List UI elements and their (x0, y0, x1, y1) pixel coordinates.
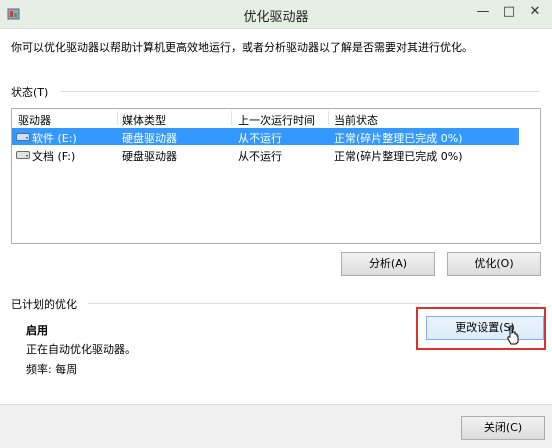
drive-name: 文档 (F:) (32, 150, 76, 163)
current-status: 正常(碎片整理已完成 0%) (334, 132, 463, 145)
minimize-icon[interactable]: — (470, 2, 496, 22)
drive-name: 软件 (E:) (32, 132, 77, 145)
column-separator (328, 111, 329, 125)
close-icon[interactable]: ✕ (520, 2, 550, 22)
column-header-last-run[interactable]: 上一次运行时间 (238, 112, 315, 128)
drive-list[interactable]: 驱动器 媒体类型 上一次运行时间 当前状态 软件 (E:) 硬盘驱动器 从不运行… (11, 108, 541, 244)
media-type: 硬盘驱动器 (122, 132, 177, 145)
column-separator (117, 111, 118, 125)
column-header-drive[interactable]: 驱动器 (18, 112, 51, 128)
column-separator (231, 111, 232, 125)
highlight-box (416, 307, 546, 350)
table-row[interactable]: 软件 (E:) 硬盘驱动器 从不运行 正常(碎片整理已完成 0%) (12, 128, 519, 145)
drive-list-header: 驱动器 媒体类型 上一次运行时间 当前状态 (12, 109, 540, 127)
column-header-status[interactable]: 当前状态 (334, 112, 378, 128)
hard-drive-icon (16, 133, 30, 141)
last-run: 从不运行 (238, 132, 282, 145)
close-button[interactable]: 关闭(C) (461, 416, 545, 440)
hard-drive-icon (16, 151, 30, 159)
column-header-media[interactable]: 媒体类型 (122, 112, 166, 128)
analyze-button[interactable]: 分析(A) (341, 252, 435, 276)
hand-cursor-icon (507, 325, 519, 345)
schedule-frequency: 频率: 每周 (26, 363, 78, 376)
schedule-state: 启用 (26, 324, 48, 337)
current-status: 正常(碎片整理已完成 0%) (334, 150, 463, 163)
media-type: 硬盘驱动器 (122, 150, 177, 163)
table-row[interactable]: 文档 (F:) 硬盘驱动器 从不运行 正常(碎片整理已完成 0%) (12, 146, 519, 163)
optimize-button[interactable]: 优化(O) (447, 252, 541, 276)
dialog-footer: 关闭(C) (0, 404, 552, 448)
schedule-detail: 正在自动优化驱动器。 (26, 343, 136, 356)
schedule-group-divider (88, 303, 540, 304)
status-group-divider (60, 91, 540, 92)
status-group-label: 状态(T) (11, 86, 49, 99)
schedule-group-label: 已计划的优化 (11, 298, 77, 311)
last-run: 从不运行 (238, 150, 282, 163)
maximize-icon[interactable]: □ (496, 2, 522, 22)
title-bar[interactable]: 优化驱动器 — □ ✕ (0, 0, 552, 29)
description-text: 你可以优化驱动器以帮助计算机更高效地运行，或者分析驱动器以了解是否需要对其进行优… (11, 41, 473, 54)
